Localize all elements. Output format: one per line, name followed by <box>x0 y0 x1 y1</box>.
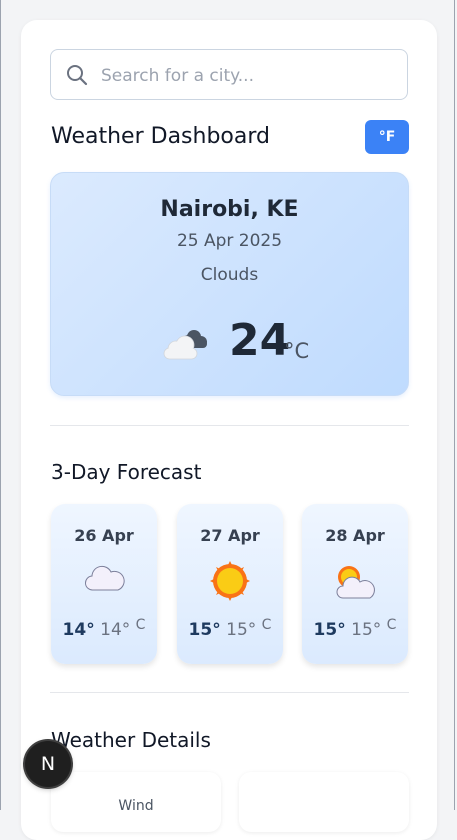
city-name: Nairobi, KE <box>160 197 299 222</box>
cloud-icon <box>85 565 125 591</box>
current-temperature: 24 <box>229 315 291 366</box>
page-title: Weather Dashboard <box>51 124 270 149</box>
broken-clouds-icon <box>163 330 207 360</box>
search-box[interactable] <box>50 49 408 100</box>
forecast-card: 28 Apr 15° 15° C <box>302 504 408 664</box>
divider <box>50 692 409 693</box>
forecast-max: 15° <box>313 620 346 640</box>
forecast-temps: 14° 14° C <box>51 617 157 640</box>
forecast-max: 14° <box>62 620 95 640</box>
weather-condition: Clouds <box>200 265 259 285</box>
forecast-temps: 15° 15° C <box>177 617 283 640</box>
current-date: 25 Apr 2025 <box>176 231 283 251</box>
forecast-date: 28 Apr <box>325 526 385 545</box>
details-title: Weather Details <box>51 728 211 752</box>
temperature-unit: °C <box>284 339 310 363</box>
forecast-min: 15° <box>351 620 382 640</box>
forecast-unit: C <box>261 617 272 633</box>
forecast-card: 27 Apr 15° 15° C <box>177 504 283 664</box>
forecast-card: 26 Apr 14° 14° C <box>51 504 157 664</box>
search-input[interactable] <box>99 62 393 90</box>
sun-icon <box>210 561 250 601</box>
divider <box>50 425 409 426</box>
search-icon <box>67 65 88 86</box>
forecast-unit: C <box>386 617 397 633</box>
forecast-min: 14° <box>100 620 131 640</box>
wind-label: Wind <box>118 798 154 814</box>
forecast-min: 15° <box>226 620 257 640</box>
detail-card <box>239 772 409 832</box>
unit-toggle-button[interactable]: °F <box>365 120 409 154</box>
forecast-date: 26 Apr <box>74 526 134 545</box>
forecast-unit: C <box>135 617 146 633</box>
detail-card-wind: Wind <box>51 772 221 832</box>
current-weather-card: Nairobi, KE 25 Apr 2025 Clouds 24 °C <box>50 172 409 396</box>
partly-cloudy-icon <box>336 566 375 599</box>
nextjs-devtools-button[interactable]: N <box>25 741 71 787</box>
forecast-temps: 15° 15° C <box>302 617 408 640</box>
forecast-max: 15° <box>188 620 221 640</box>
forecast-date: 27 Apr <box>200 526 260 545</box>
forecast-title: 3-Day Forecast <box>51 460 202 484</box>
